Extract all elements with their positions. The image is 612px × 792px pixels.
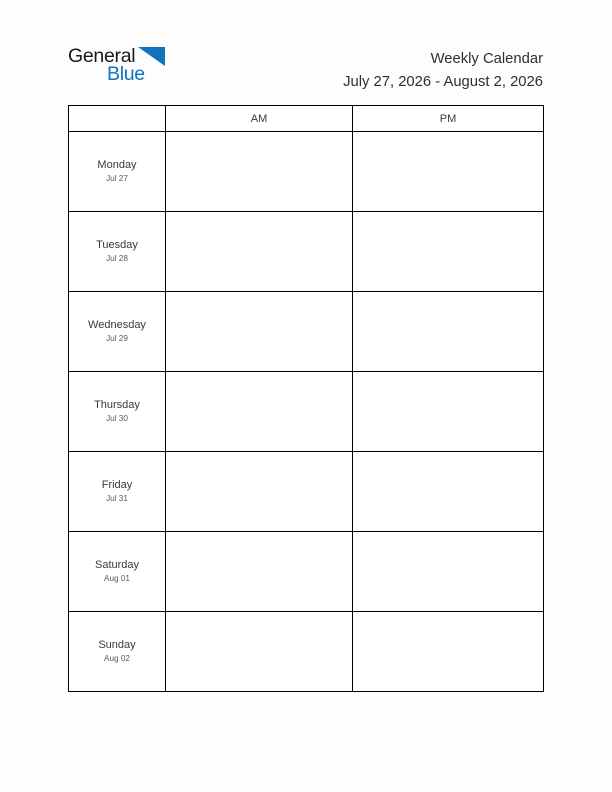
table-row: Wednesday Jul 29 bbox=[68, 291, 544, 372]
day-cell-wednesday: Wednesday Jul 29 bbox=[68, 291, 166, 372]
table-row: Monday Jul 27 bbox=[68, 131, 544, 212]
pm-slot-friday[interactable] bbox=[352, 451, 544, 532]
day-name: Monday bbox=[97, 159, 137, 171]
day-cell-tuesday: Tuesday Jul 28 bbox=[68, 211, 166, 292]
am-slot-monday[interactable] bbox=[165, 131, 353, 212]
column-header-pm: PM bbox=[352, 105, 544, 132]
pm-slot-thursday[interactable] bbox=[352, 371, 544, 452]
day-date: Aug 02 bbox=[104, 654, 130, 663]
day-date: Jul 29 bbox=[106, 334, 128, 343]
table-header-row: AM PM bbox=[68, 105, 544, 132]
am-slot-wednesday[interactable] bbox=[165, 291, 353, 372]
table-row: Sunday Aug 02 bbox=[68, 611, 544, 692]
day-name: Friday bbox=[101, 479, 133, 491]
title-block: Weekly Calendar July 27, 2026 - August 2… bbox=[343, 49, 543, 92]
am-slot-saturday[interactable] bbox=[165, 531, 353, 612]
day-cell-sunday: Sunday Aug 02 bbox=[68, 611, 166, 692]
page-header: General Blue Weekly Calendar July 27, 20… bbox=[0, 0, 612, 105]
pm-slot-sunday[interactable] bbox=[352, 611, 544, 692]
day-cell-thursday: Thursday Jul 30 bbox=[68, 371, 166, 452]
table-row: Tuesday Jul 28 bbox=[68, 211, 544, 292]
day-name: Saturday bbox=[94, 559, 140, 571]
pm-slot-wednesday[interactable] bbox=[352, 291, 544, 372]
table-body: Monday Jul 27 Tuesday Jul 28 Wednesday J… bbox=[68, 131, 544, 692]
day-date: Jul 27 bbox=[106, 174, 128, 183]
day-name: Wednesday bbox=[88, 319, 146, 331]
day-cell-saturday: Saturday Aug 01 bbox=[68, 531, 166, 612]
general-blue-logo: General Blue bbox=[68, 45, 178, 93]
pm-slot-monday[interactable] bbox=[352, 131, 544, 212]
day-name: Tuesday bbox=[96, 239, 138, 251]
pm-slot-saturday[interactable] bbox=[352, 531, 544, 612]
table-row: Thursday Jul 30 bbox=[68, 371, 544, 452]
table-row: Friday Jul 31 bbox=[68, 451, 544, 532]
day-date: Jul 31 bbox=[106, 494, 128, 503]
am-slot-thursday[interactable] bbox=[165, 371, 353, 452]
date-range: July 27, 2026 - August 2, 2026 bbox=[343, 74, 543, 90]
weekly-calendar-table: AM PM Monday Jul 27 Tuesday Jul 28 Wedne… bbox=[68, 105, 544, 692]
day-name: Sunday bbox=[98, 639, 136, 651]
am-slot-sunday[interactable] bbox=[165, 611, 353, 692]
table-row: Saturday Aug 01 bbox=[68, 531, 544, 612]
pm-slot-tuesday[interactable] bbox=[352, 211, 544, 292]
day-date: Jul 30 bbox=[106, 414, 128, 423]
page-title: Weekly Calendar bbox=[430, 51, 543, 67]
day-name: Thursday bbox=[94, 399, 140, 411]
am-slot-tuesday[interactable] bbox=[165, 211, 353, 292]
column-header-day bbox=[68, 105, 166, 132]
day-date: Aug 01 bbox=[104, 574, 130, 583]
day-date: Jul 28 bbox=[106, 254, 128, 263]
day-cell-monday: Monday Jul 27 bbox=[68, 131, 166, 212]
logo-text-blue: Blue bbox=[107, 63, 145, 85]
day-cell-friday: Friday Jul 31 bbox=[68, 451, 166, 532]
am-slot-friday[interactable] bbox=[165, 451, 353, 532]
column-header-am: AM bbox=[165, 105, 353, 132]
